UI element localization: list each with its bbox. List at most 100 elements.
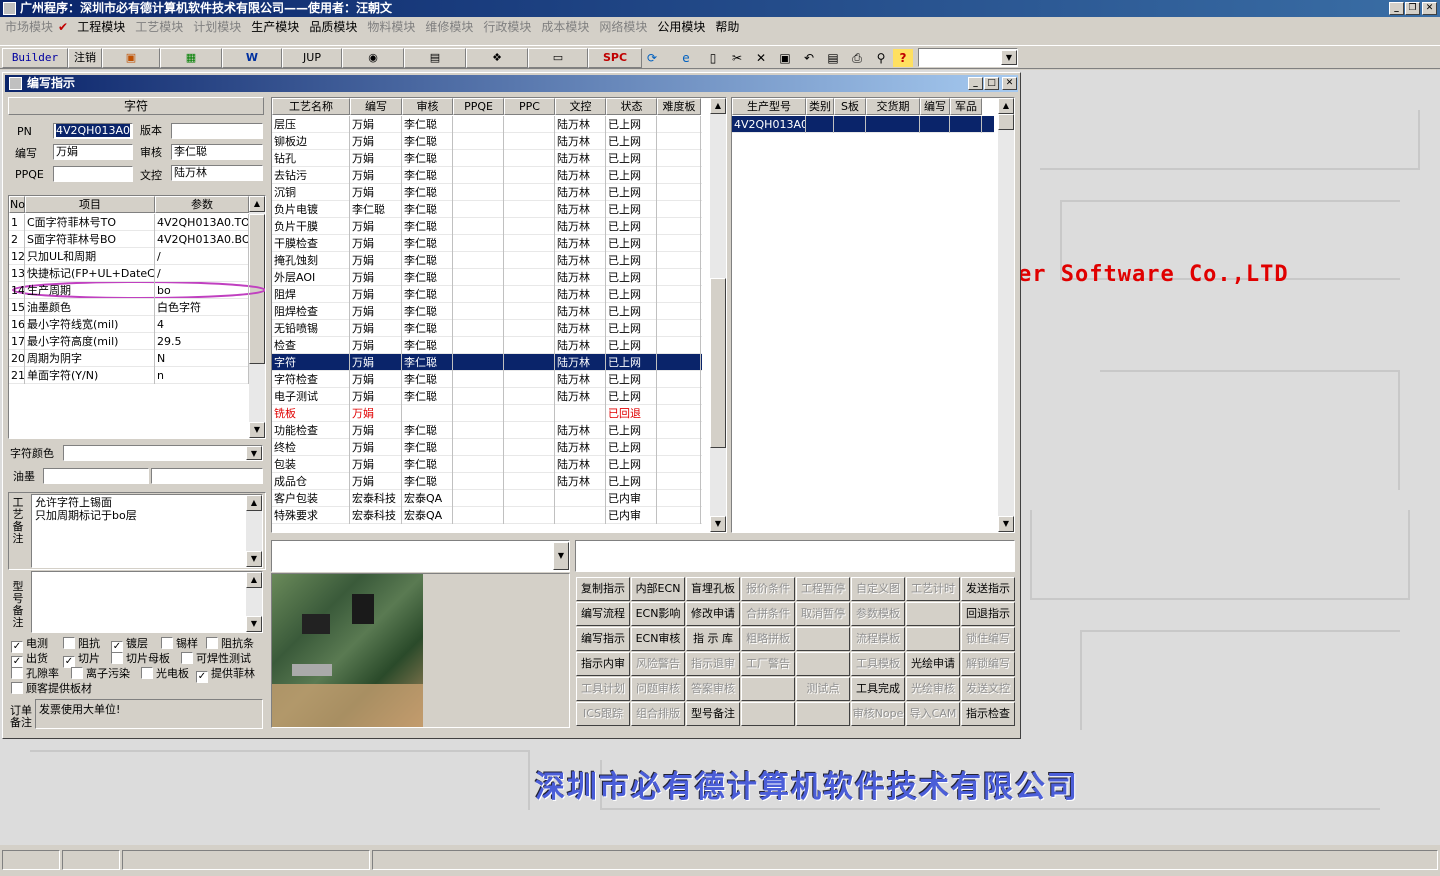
process-row[interactable]: 阻焊 万娟 李仁聪 陆万林 已上网 [272,286,702,303]
action-button[interactable]: 工程暂停 [796,577,850,601]
builder-button[interactable]: Builder [2,48,68,68]
process-header[interactable]: PPQE [453,98,504,115]
checkbox-box[interactable] [161,637,173,649]
checkbox-box[interactable] [11,682,23,694]
ppqe-field[interactable] [53,166,133,182]
model-header[interactable]: 军品 [950,98,982,115]
checkbox-box[interactable] [206,637,218,649]
chevron-down-icon[interactable]: ▼ [1001,50,1017,65]
action-button[interactable]: 指示检查 [961,702,1015,726]
action-button[interactable]: 内部ECN [631,577,685,601]
checkbox-box[interactable]: ✓ [196,671,208,683]
checkbox-13[interactable]: 顾客提供板材 [11,682,92,696]
process-row[interactable]: 检查 万娟 李仁聪 陆万林 已上网 [272,337,702,354]
model-note-scrollbar[interactable]: ▲ ▼ [246,572,262,632]
action-button[interactable] [906,602,960,626]
action-button[interactable]: 编写流程 [576,602,630,626]
action-button[interactable]: ICS跟踪 [576,702,630,726]
chevron-down-icon[interactable]: ▼ [246,446,262,460]
action-button[interactable] [906,627,960,651]
model-header[interactable]: S板 [834,98,866,115]
excel-icon[interactable]: ▦ [160,48,222,68]
model-header[interactable]: 编写 [920,98,950,115]
undo-icon[interactable]: ↶ [799,49,819,67]
model-header[interactable]: 生产型号 [732,98,806,115]
process-row[interactable]: 负片干膜 万娟 李仁聪 陆万林 已上网 [272,218,702,235]
action-button[interactable]: 解锁编写 [961,652,1015,676]
order-note-text[interactable]: 发票使用大单位! [35,699,263,729]
network-icon[interactable]: ❖ [466,48,528,68]
checkbox-box[interactable] [63,637,75,649]
process-row[interactable]: 包装 万娟 李仁聪 陆万林 已上网 [272,456,702,473]
action-button[interactable]: 工具模板 [851,652,905,676]
process-row[interactable]: 功能检查 万娟 李仁聪 陆万林 已上网 [272,422,702,439]
action-button[interactable]: 粗略拼板 [741,627,795,651]
spc-button[interactable]: SPC [588,48,642,68]
action-button[interactable]: 工具计划 [576,677,630,701]
action-button[interactable]: 盲埋孔板 [686,577,740,601]
ink-field-2[interactable] [151,468,263,484]
menu-item[interactable]: 网络模块 [594,17,652,37]
process-row[interactable]: 终检 万娟 李仁聪 陆万林 已上网 [272,439,702,456]
process-row[interactable]: 铣板 万娟 已回退 [272,405,702,422]
action-button[interactable]: 发送指示 [961,577,1015,601]
checkbox-2[interactable]: ✓ 镀层 [111,637,148,653]
action-button[interactable]: 指 示 库 [686,627,740,651]
process-row[interactable]: 客户包装 宏泰科技 宏泰QA 已内审 [272,490,702,507]
process-row[interactable]: 层压 万娟 李仁聪 陆万林 已上网 [272,116,702,133]
checkbox-5[interactable]: ✓ 出货 [11,652,48,668]
action-button[interactable]: 导入CAM [906,702,960,726]
action-button[interactable] [741,702,795,726]
process-header[interactable]: PPC [504,98,555,115]
preview-icon[interactable]: ▤ [823,49,843,67]
action-button[interactable]: 参数模板 [851,602,905,626]
window-maximize-button[interactable]: □ [984,77,999,90]
menu-item[interactable]: 品质模块 [304,17,362,37]
action-button[interactable]: 编写指示 [576,627,630,651]
checkbox-9[interactable]: 孔隙率 [11,667,59,681]
process-row[interactable]: 沉铜 万娟 李仁聪 陆万林 已上网 [272,184,702,201]
checkbox-7[interactable]: 切片母板 [111,652,170,666]
process-table[interactable]: 工艺名称 编写 审核 PPQE PPC 文控 状态 难度板 层压 万娟 李仁聪 陆万林 已上网 铆板边 万娟… [271,97,727,533]
action-button[interactable]: 组合排版 [631,702,685,726]
action-button[interactable]: 发送文控 [961,677,1015,701]
ink-field[interactable] [43,468,149,484]
checkbox-box[interactable] [11,667,23,679]
params-row[interactable]: 13 快捷标记(FP+UL+DateCo / [9,265,249,282]
menu-item[interactable]: 行政模块 [478,17,536,37]
process-row[interactable]: 钻孔 万娟 李仁聪 陆万林 已上网 [272,150,702,167]
menu-item[interactable]: 工程模块 [72,17,130,37]
menu-item[interactable]: 市场模块 [0,17,58,37]
process-row[interactable]: 无铅喷锡 万娟 李仁聪 陆万林 已上网 [272,320,702,337]
params-table[interactable]: No 项目 参数 ▲ ▼ 1 C面字符菲林号TO 4V2QH013A0.TO 2 S面字… [8,195,266,439]
action-button[interactable]: 问题审核 [631,677,685,701]
action-button[interactable] [796,627,850,651]
process-row[interactable]: 特殊要求 宏泰科技 宏泰QA 已内审 [272,507,702,524]
action-button[interactable]: 测试点 [796,677,850,701]
logout-button[interactable]: 注销 [68,48,102,68]
help-icon[interactable]: ? [893,49,913,67]
eye-icon[interactable]: ◉ [342,48,404,68]
menu-item[interactable]: 成本模块 [536,17,594,37]
minimize-button[interactable]: _ [1389,2,1404,15]
scroll-down-icon[interactable]: ▼ [998,516,1014,532]
model-scrollbar[interactable]: ▲ ▼ [998,98,1014,532]
menu-item[interactable]: 计划模块 [188,17,246,37]
checkbox-10[interactable]: 离子污染 [71,667,130,681]
params-row[interactable]: 14 生产周期 bo [9,282,249,299]
checkbox-box[interactable] [71,667,83,679]
checkbox-6[interactable]: ✓ 切片 [63,652,100,668]
action-button[interactable]: 工厂警告 [741,652,795,676]
process-header[interactable]: 审核 [402,98,453,115]
new-icon[interactable]: ▯ [703,49,723,67]
action-button[interactable]: 审核Nope [851,702,905,726]
action-button[interactable]: 复制指示 [576,577,630,601]
computer-icon[interactable]: ▭ [528,48,588,68]
scroll-thumb[interactable] [710,278,726,448]
scroll-down-icon[interactable]: ▼ [246,616,262,632]
checkbox-12[interactable]: ✓ 提供菲林 [196,667,255,683]
params-row[interactable]: 20 周期为阴字 N [9,350,249,367]
action-button[interactable] [796,652,850,676]
process-row[interactable]: 掩孔蚀刻 万娟 李仁聪 陆万林 已上网 [272,252,702,269]
delete-icon[interactable]: ✕ [751,49,771,67]
